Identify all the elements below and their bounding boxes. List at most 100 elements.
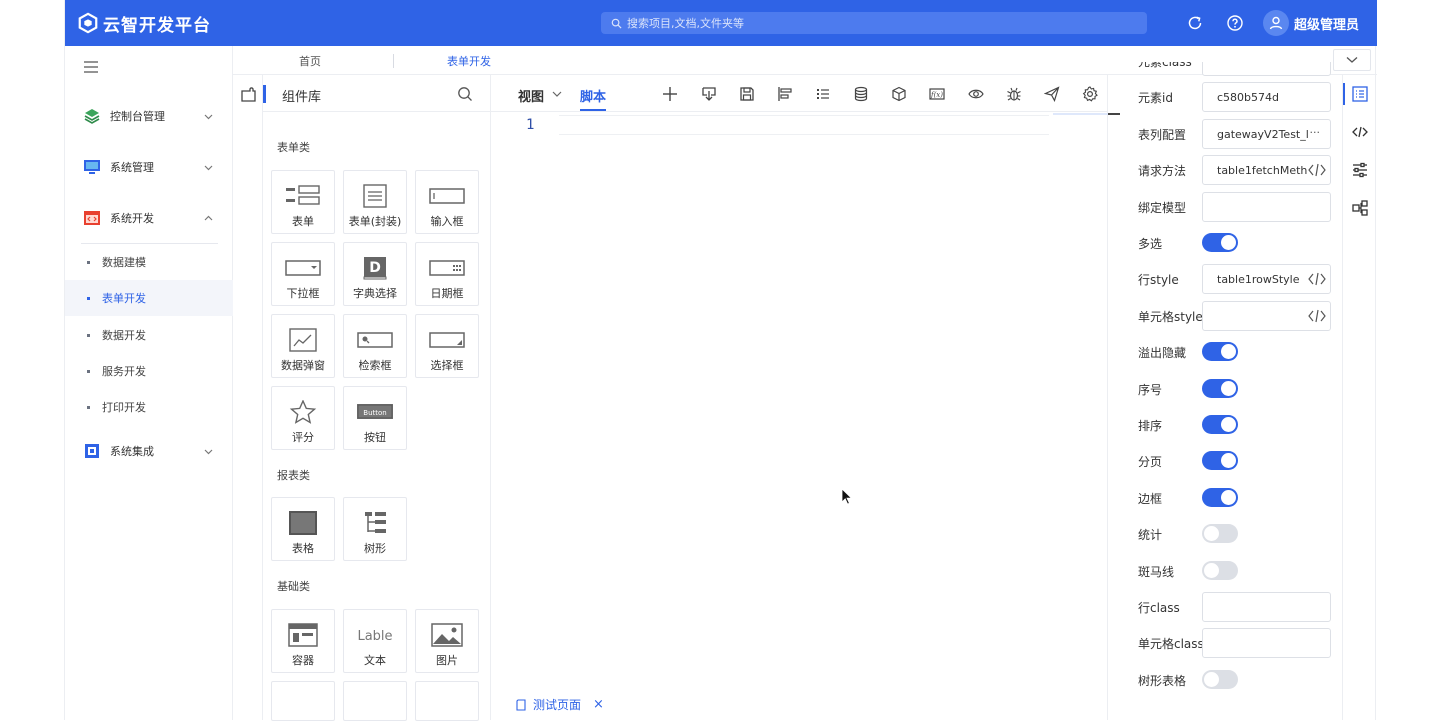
- component-more-3[interactable]: [415, 681, 479, 721]
- component-select[interactable]: 下拉框: [271, 242, 335, 306]
- tab-home[interactable]: 首页: [299, 53, 321, 69]
- code-editor-area[interactable]: 1: [491, 112, 1108, 682]
- property-label: 单元格class: [1138, 637, 1204, 652]
- help-icon[interactable]: [1226, 14, 1244, 32]
- component-image[interactable]: 图片: [415, 609, 479, 673]
- sidebar-item-label: 系统集成: [110, 445, 154, 458]
- sliders-icon[interactable]: [1351, 161, 1369, 179]
- menu-toggle-icon[interactable]: [83, 60, 99, 74]
- toggle-knob: [1221, 417, 1236, 432]
- minimap-indicator: [1053, 113, 1108, 115]
- component-library-icon[interactable]: [240, 85, 258, 103]
- property-label: 斑马线: [1138, 564, 1175, 579]
- property-row: 斑马线: [1122, 556, 1342, 586]
- database-icon[interactable]: [853, 86, 869, 102]
- component-more-2[interactable]: [343, 681, 407, 721]
- align-left-icon[interactable]: [777, 86, 793, 102]
- structure-tree-icon[interactable]: [1351, 199, 1369, 217]
- component-label: 树形: [364, 542, 386, 555]
- code-icon[interactable]: [1351, 123, 1369, 141]
- user-menu[interactable]: 超级管理员: [1263, 10, 1359, 36]
- cube-icon[interactable]: [891, 86, 907, 102]
- toggle-knob: [1221, 235, 1236, 250]
- component-label: 下拉框: [286, 287, 320, 300]
- property-input[interactable]: table1rowStyle: [1202, 264, 1331, 295]
- component-input[interactable]: 输入框: [415, 170, 479, 234]
- code-editor-icon[interactable]: [1308, 162, 1326, 179]
- component-search-box[interactable]: 检索框: [343, 314, 407, 378]
- tab-script[interactable]: 脚本: [580, 86, 606, 105]
- debug-bug-icon[interactable]: [1006, 86, 1022, 102]
- component-button[interactable]: Button 按钮: [343, 386, 407, 450]
- list-icon[interactable]: [815, 86, 831, 102]
- property-label: 边框: [1138, 491, 1163, 506]
- sidebar-item-console[interactable]: 控制台管理: [65, 101, 233, 131]
- app-logo[interactable]: 云智开发平台: [77, 11, 211, 36]
- scroll-indicator[interactable]: [1108, 113, 1120, 115]
- component-rating[interactable]: 评分: [271, 386, 335, 450]
- add-icon[interactable]: [662, 86, 678, 102]
- component-form-wrapped[interactable]: 表单(封装): [343, 170, 407, 234]
- property-input[interactable]: [1202, 592, 1331, 622]
- active-indicator: [1343, 83, 1345, 105]
- sidebar-subitem-data-modeling[interactable]: 数据建模: [65, 244, 233, 280]
- send-icon[interactable]: [1044, 86, 1060, 102]
- close-tab-button[interactable]: ×: [593, 697, 604, 712]
- property-input[interactable]: c580b574d: [1202, 82, 1331, 113]
- preview-eye-icon[interactable]: [968, 86, 984, 102]
- sidebar-item-system-integration[interactable]: 系统集成: [65, 436, 233, 466]
- properties-list-icon[interactable]: [1351, 85, 1369, 103]
- property-input[interactable]: [1202, 191, 1331, 222]
- property-input[interactable]: gatewayV2Test_l ···: [1202, 118, 1331, 149]
- global-search-input[interactable]: 搜索项目,文档,文件夹等: [601, 12, 1147, 34]
- sidebar-subitem-print-dev[interactable]: 打印开发: [65, 389, 233, 425]
- component-choice-box[interactable]: 选择框: [415, 314, 479, 378]
- import-icon[interactable]: [701, 86, 717, 102]
- property-toggle[interactable]: [1202, 669, 1238, 689]
- bottom-tab-test-page[interactable]: 测试页面 ×: [515, 696, 604, 713]
- component-data-dialog[interactable]: 数据弹窗: [271, 314, 335, 378]
- toggle-knob: [1221, 344, 1236, 360]
- property-toggle[interactable]: [1202, 342, 1238, 362]
- sidebar-item-system-dev[interactable]: 系统开发: [65, 203, 233, 233]
- settings-gear-icon[interactable]: [1082, 86, 1098, 102]
- component-text[interactable]: Lable 文本: [343, 609, 407, 673]
- search-icon[interactable]: [457, 86, 473, 102]
- more-button[interactable]: ···: [1309, 125, 1320, 139]
- property-toggle[interactable]: [1202, 451, 1238, 471]
- component-dict-select[interactable]: D 字典选择: [343, 242, 407, 306]
- tab-form-dev[interactable]: 表单开发: [447, 53, 491, 69]
- property-row: 表列配置 gatewayV2Test_l ···: [1122, 118, 1342, 149]
- active-code-line[interactable]: [559, 115, 1049, 135]
- property-input[interactable]: [1202, 628, 1331, 659]
- component-container[interactable]: 容器: [271, 609, 335, 673]
- property-toggle[interactable]: [1202, 233, 1238, 252]
- sidebar-subitem-form-dev[interactable]: 表单开发: [65, 280, 233, 316]
- property-row: 统计: [1122, 519, 1342, 549]
- property-input[interactable]: [1202, 62, 1331, 76]
- property-toggle[interactable]: [1202, 487, 1238, 507]
- save-icon[interactable]: [739, 86, 755, 102]
- component-form[interactable]: 表单: [271, 170, 335, 234]
- property-input[interactable]: [1202, 300, 1331, 331]
- sidebar-item-system-admin[interactable]: 系统管理: [65, 152, 233, 182]
- code-editor-icon[interactable]: [1308, 271, 1326, 288]
- property-label: 树形表格: [1138, 673, 1187, 688]
- component-date[interactable]: 日期框: [415, 242, 479, 306]
- chevron-down-icon[interactable]: [552, 91, 562, 98]
- tab-view[interactable]: 视图: [518, 86, 544, 105]
- sidebar-subitem-data-dev[interactable]: 数据开发: [65, 317, 233, 353]
- property-toggle[interactable]: [1202, 560, 1238, 580]
- property-toggle[interactable]: [1202, 524, 1238, 544]
- property-row: 单元格class: [1122, 628, 1342, 659]
- component-table[interactable]: 表格: [271, 497, 335, 561]
- property-toggle[interactable]: [1202, 415, 1238, 434]
- component-tree[interactable]: 树形: [343, 497, 407, 561]
- code-editor-icon[interactable]: [1308, 307, 1326, 324]
- sidebar-subitem-service-dev[interactable]: 服务开发: [65, 353, 233, 389]
- property-toggle[interactable]: [1202, 378, 1238, 398]
- refresh-icon[interactable]: [1186, 14, 1204, 32]
- component-more-1[interactable]: [271, 681, 335, 721]
- property-input[interactable]: table1fetchMetho: [1202, 155, 1331, 186]
- function-icon[interactable]: f(x): [929, 86, 945, 102]
